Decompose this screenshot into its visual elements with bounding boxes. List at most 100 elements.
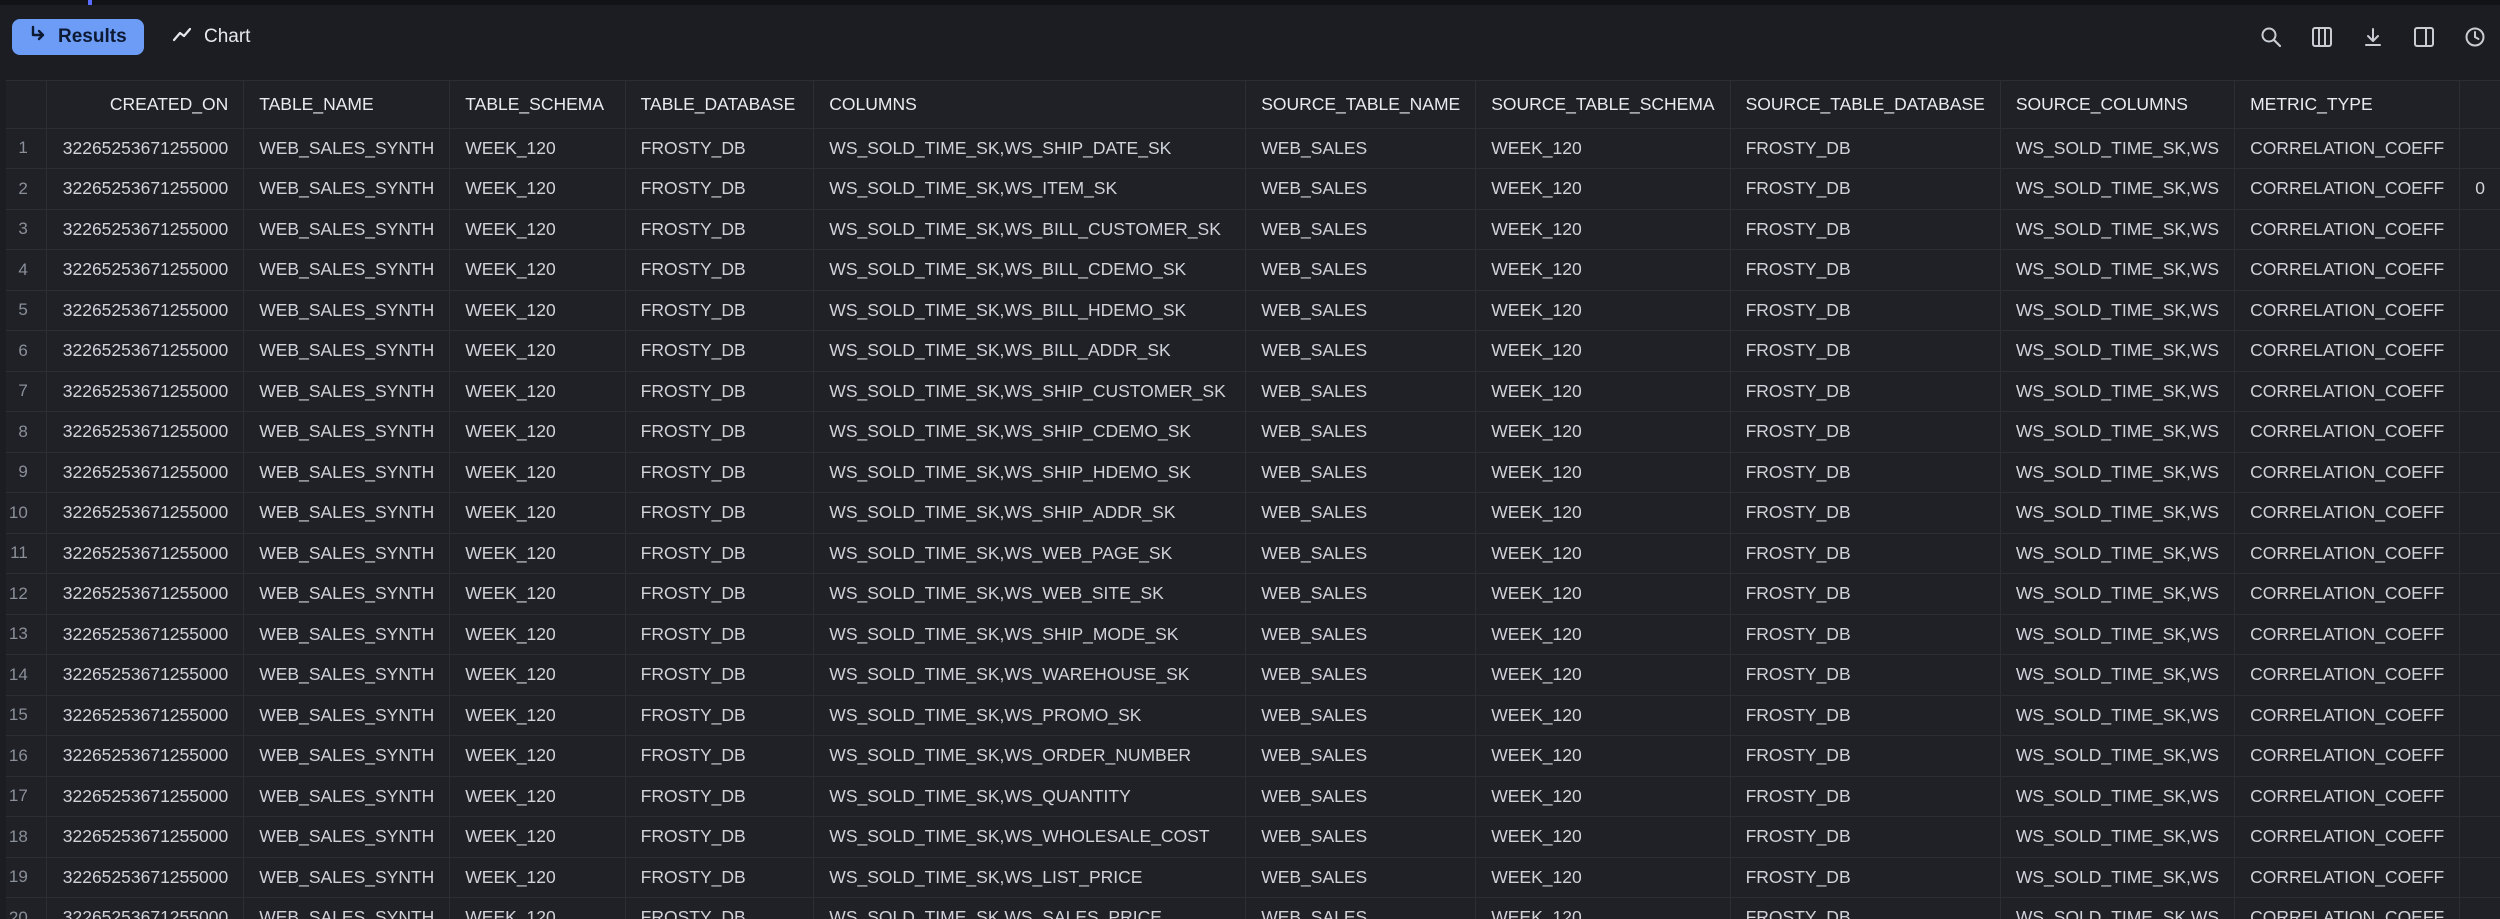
cell-source-table-schema[interactable]: WEEK_120 [1476,533,1730,574]
cell-metric-type[interactable]: CORRELATION_COEFF [2235,857,2460,898]
cell-source-table-schema[interactable]: WEEK_120 [1476,452,1730,493]
cell-overflow[interactable] [2460,128,2500,169]
cell-table-name[interactable]: WEB_SALES_SYNTH [244,898,450,919]
cell-columns[interactable]: WS_SOLD_TIME_SK,WS_SHIP_CDEMO_SK [814,412,1246,453]
cell-metric-type[interactable]: CORRELATION_COEFF [2235,412,2460,453]
table-row[interactable]: 1732265253671255000WEB_SALES_SYNTHWEEK_1… [6,776,2500,817]
cell-overflow[interactable] [2460,250,2500,291]
cell-overflow[interactable] [2460,574,2500,615]
cell-columns[interactable]: WS_SOLD_TIME_SK,WS_PROMO_SK [814,695,1246,736]
cell-metric-type[interactable]: CORRELATION_COEFF [2235,331,2460,372]
column-header-columns[interactable]: COLUMNS [814,81,1246,128]
table-row[interactable]: 1832265253671255000WEB_SALES_SYNTHWEEK_1… [6,817,2500,858]
cell-overflow[interactable] [2460,290,2500,331]
cell-table-schema[interactable]: WEEK_120 [450,533,625,574]
cell-source-table-schema[interactable]: WEEK_120 [1476,898,1730,919]
cell-table-database[interactable]: FROSTY_DB [625,695,814,736]
panel-icon[interactable] [2398,19,2449,55]
cell-source-table-schema[interactable]: WEEK_120 [1476,857,1730,898]
cell-source-table-name[interactable]: WEB_SALES [1246,331,1476,372]
cell-source-table-database[interactable]: FROSTY_DB [1730,169,2000,210]
cell-source-table-database[interactable]: FROSTY_DB [1730,493,2000,534]
cell-source-table-database[interactable]: FROSTY_DB [1730,817,2000,858]
table-row[interactable]: 632265253671255000WEB_SALES_SYNTHWEEK_12… [6,331,2500,372]
cell-source-table-schema[interactable]: WEEK_120 [1476,574,1730,615]
cell-created-on[interactable]: 32265253671255000 [46,169,243,210]
cell-source-columns[interactable]: WS_SOLD_TIME_SK,WS [2000,371,2234,412]
cell-created-on[interactable]: 32265253671255000 [46,412,243,453]
cell-created-on[interactable]: 32265253671255000 [46,655,243,696]
results-grid[interactable]: CREATED_ON TABLE_NAME TABLE_SCHEMA TABLE… [6,80,2500,919]
cell-table-database[interactable]: FROSTY_DB [625,412,814,453]
cell-created-on[interactable]: 32265253671255000 [46,493,243,534]
cell-table-schema[interactable]: WEEK_120 [450,655,625,696]
cell-metric-type[interactable]: CORRELATION_COEFF [2235,695,2460,736]
cell-overflow[interactable] [2460,412,2500,453]
cell-columns[interactable]: WS_SOLD_TIME_SK,WS_LIST_PRICE [814,857,1246,898]
cell-source-table-database[interactable]: FROSTY_DB [1730,128,2000,169]
cell-source-columns[interactable]: WS_SOLD_TIME_SK,WS [2000,331,2234,372]
cell-table-schema[interactable]: WEEK_120 [450,209,625,250]
cell-source-columns[interactable]: WS_SOLD_TIME_SK,WS [2000,614,2234,655]
cell-table-database[interactable]: FROSTY_DB [625,250,814,291]
cell-table-name[interactable]: WEB_SALES_SYNTH [244,776,450,817]
cell-columns[interactable]: WS_SOLD_TIME_SK,WS_SHIP_MODE_SK [814,614,1246,655]
search-icon[interactable] [2245,19,2296,55]
cell-source-table-database[interactable]: FROSTY_DB [1730,209,2000,250]
cell-source-table-schema[interactable]: WEEK_120 [1476,776,1730,817]
table-row[interactable]: 232265253671255000WEB_SALES_SYNTHWEEK_12… [6,169,2500,210]
cell-created-on[interactable]: 32265253671255000 [46,817,243,858]
cell-table-database[interactable]: FROSTY_DB [625,857,814,898]
cell-table-schema[interactable]: WEEK_120 [450,776,625,817]
cell-source-columns[interactable]: WS_SOLD_TIME_SK,WS [2000,898,2234,919]
cell-metric-type[interactable]: CORRELATION_COEFF [2235,209,2460,250]
cell-created-on[interactable]: 32265253671255000 [46,776,243,817]
table-row[interactable]: 532265253671255000WEB_SALES_SYNTHWEEK_12… [6,290,2500,331]
cell-table-schema[interactable]: WEEK_120 [450,857,625,898]
cell-columns[interactable]: WS_SOLD_TIME_SK,WS_WAREHOUSE_SK [814,655,1246,696]
cell-source-columns[interactable]: WS_SOLD_TIME_SK,WS [2000,452,2234,493]
cell-source-table-database[interactable]: FROSTY_DB [1730,614,2000,655]
cell-source-table-schema[interactable]: WEEK_120 [1476,371,1730,412]
history-icon[interactable] [2449,19,2500,55]
cell-overflow[interactable] [2460,898,2500,919]
cell-table-schema[interactable]: WEEK_120 [450,290,625,331]
cell-metric-type[interactable]: CORRELATION_COEFF [2235,290,2460,331]
cell-source-columns[interactable]: WS_SOLD_TIME_SK,WS [2000,493,2234,534]
cell-overflow[interactable]: 0 [2460,169,2500,210]
cell-source-table-name[interactable]: WEB_SALES [1246,736,1476,777]
cell-source-table-schema[interactable]: WEEK_120 [1476,817,1730,858]
table-row[interactable]: 1232265253671255000WEB_SALES_SYNTHWEEK_1… [6,574,2500,615]
cell-table-name[interactable]: WEB_SALES_SYNTH [244,736,450,777]
cell-table-database[interactable]: FROSTY_DB [625,817,814,858]
cell-table-database[interactable]: FROSTY_DB [625,533,814,574]
results-tab-button[interactable]: Results [12,19,144,55]
cell-source-table-name[interactable]: WEB_SALES [1246,371,1476,412]
cell-source-table-name[interactable]: WEB_SALES [1246,857,1476,898]
cell-overflow[interactable] [2460,817,2500,858]
cell-overflow[interactable] [2460,695,2500,736]
cell-source-table-schema[interactable]: WEEK_120 [1476,290,1730,331]
cell-table-schema[interactable]: WEEK_120 [450,736,625,777]
cell-source-columns[interactable]: WS_SOLD_TIME_SK,WS [2000,695,2234,736]
cell-columns[interactable]: WS_SOLD_TIME_SK,WS_WEB_SITE_SK [814,574,1246,615]
cell-source-table-name[interactable]: WEB_SALES [1246,250,1476,291]
cell-table-database[interactable]: FROSTY_DB [625,452,814,493]
cell-source-table-database[interactable]: FROSTY_DB [1730,898,2000,919]
cell-table-name[interactable]: WEB_SALES_SYNTH [244,614,450,655]
cell-columns[interactable]: WS_SOLD_TIME_SK,WS_BILL_CUSTOMER_SK [814,209,1246,250]
cell-source-table-database[interactable]: FROSTY_DB [1730,290,2000,331]
cell-table-database[interactable]: FROSTY_DB [625,128,814,169]
cell-overflow[interactable] [2460,209,2500,250]
cell-metric-type[interactable]: CORRELATION_COEFF [2235,574,2460,615]
column-header-source-table-name[interactable]: SOURCE_TABLE_NAME [1246,81,1476,128]
cell-source-table-name[interactable]: WEB_SALES [1246,695,1476,736]
cell-columns[interactable]: WS_SOLD_TIME_SK,WS_ITEM_SK [814,169,1246,210]
cell-overflow[interactable] [2460,776,2500,817]
cell-created-on[interactable]: 32265253671255000 [46,736,243,777]
cell-source-table-database[interactable]: FROSTY_DB [1730,736,2000,777]
cell-metric-type[interactable]: CORRELATION_COEFF [2235,736,2460,777]
cell-source-table-schema[interactable]: WEEK_120 [1476,331,1730,372]
column-header-source-table-schema[interactable]: SOURCE_TABLE_SCHEMA [1476,81,1730,128]
cell-created-on[interactable]: 32265253671255000 [46,209,243,250]
